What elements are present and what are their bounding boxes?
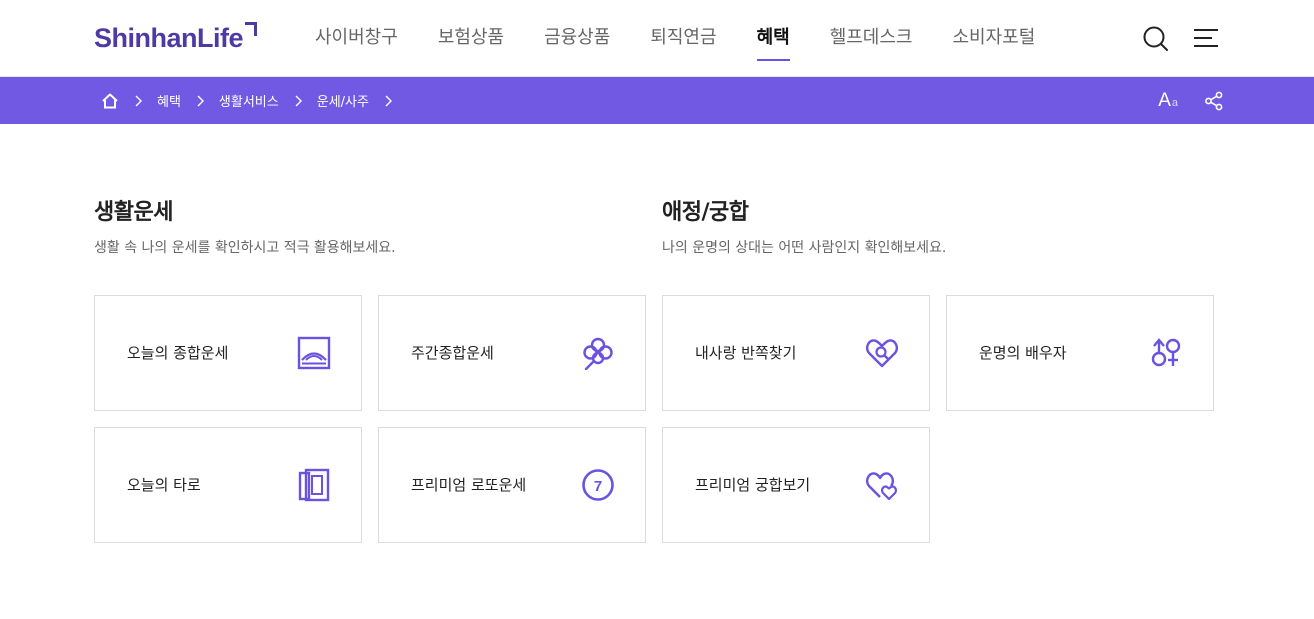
section-love-match: 애정/궁합 나의 운명의 상대는 어떤 사람인지 확인해보세요. [662, 198, 946, 258]
chevron-right-icon [135, 95, 142, 106]
home-icon[interactable] [101, 92, 119, 110]
breadcrumb: 혜택 생활서비스 운세/사주 [101, 77, 407, 124]
card-label: 내사랑 반쪽찾기 [695, 344, 797, 362]
card-label: 오늘의 타로 [127, 476, 201, 494]
nav-item-cyber-counter[interactable]: 사이버창구 [315, 0, 398, 77]
card-destined-spouse[interactable]: 운명의 배우자 [946, 295, 1214, 411]
section-description: 나의 운명의 상대는 어떤 사람인지 확인해보세요. [662, 240, 947, 256]
chevron-right-icon [197, 95, 204, 106]
section-title: 생활운세 [94, 200, 173, 225]
logo-text: ShinhanLife [94, 23, 244, 53]
shinhanlife-logo[interactable]: ShinhanLife [94, 20, 257, 56]
menu-icon[interactable] [1193, 25, 1219, 51]
font-size-button[interactable]: Aa [1158, 90, 1178, 112]
card-label: 오늘의 종합운세 [127, 344, 229, 362]
svg-text:7: 7 [594, 478, 602, 495]
nav-item-insurance[interactable]: 보험상품 [438, 0, 504, 77]
card-label: 프리미엄 로또운세 [411, 476, 527, 494]
card-premium-lotto[interactable]: 프리미엄 로또운세 7 [378, 427, 646, 543]
card-today-tarot[interactable]: 오늘의 타로 [94, 427, 362, 543]
breadcrumb-item-benefits[interactable]: 혜택 [157, 91, 181, 110]
lotto-ball-icon: 7 [582, 469, 614, 501]
card-weekly-fortune[interactable]: 주간종합운세 [378, 295, 646, 411]
clover-icon [583, 337, 613, 370]
card-premium-compatibility[interactable]: 프리미엄 궁합보기 [662, 427, 930, 543]
chevron-right-icon[interactable] [384, 95, 393, 107]
double-heart-icon [865, 472, 898, 501]
nav-item-pension[interactable]: 퇴직연금 [650, 0, 716, 77]
section-daily-fortune: 생활운세 생활 속 나의 운세를 확인하시고 적극 활용해보세요. [94, 198, 396, 258]
font-size-big-label: A [1158, 89, 1171, 111]
nav-item-benefits[interactable]: 혜택 [756, 0, 790, 77]
nav-item-helpdesk[interactable]: 헬프데스크 [830, 0, 913, 77]
section-description: 생활 속 나의 운세를 확인하시고 적극 활용해보세요. [94, 240, 396, 256]
site-header: ShinhanLife 사이버창구 보험상품 금융상품 퇴직연금 혜택 헬프데스… [0, 0, 1314, 77]
gender-symbols-icon [1151, 338, 1181, 367]
card-today-fortune[interactable]: 오늘의 종합운세 [94, 295, 362, 411]
breadcrumb-item-fortune[interactable]: 운세/사주 [317, 91, 369, 110]
share-icon[interactable] [1204, 91, 1224, 111]
main-nav: 사이버창구 보험상품 금융상품 퇴직연금 혜택 헬프데스크 소비자포털 [315, 0, 1075, 77]
nav-item-finance[interactable]: 금융상품 [544, 0, 610, 77]
card-label: 프리미엄 궁합보기 [695, 476, 811, 494]
search-icon[interactable] [1142, 25, 1168, 51]
card-find-soulmate[interactable]: 내사랑 반쪽찾기 [662, 295, 930, 411]
breadcrumb-bar: 혜택 생활서비스 운세/사주 Aa [0, 77, 1314, 124]
card-label: 운명의 배우자 [979, 344, 1067, 362]
nav-item-consumer-portal[interactable]: 소비자포털 [953, 0, 1036, 77]
sunrise-frame-icon [297, 336, 331, 370]
section-title: 애정/궁합 [662, 200, 749, 225]
chevron-right-icon [295, 95, 302, 106]
logo-mark-icon [245, 22, 257, 36]
heart-search-icon [865, 339, 899, 368]
card-label: 주간종합운세 [411, 344, 494, 362]
breadcrumb-tools: Aa [1158, 77, 1224, 124]
tarot-cards-icon [298, 468, 330, 502]
breadcrumb-item-life-service[interactable]: 생활서비스 [219, 91, 279, 110]
font-size-small-label: a [1171, 96, 1178, 109]
